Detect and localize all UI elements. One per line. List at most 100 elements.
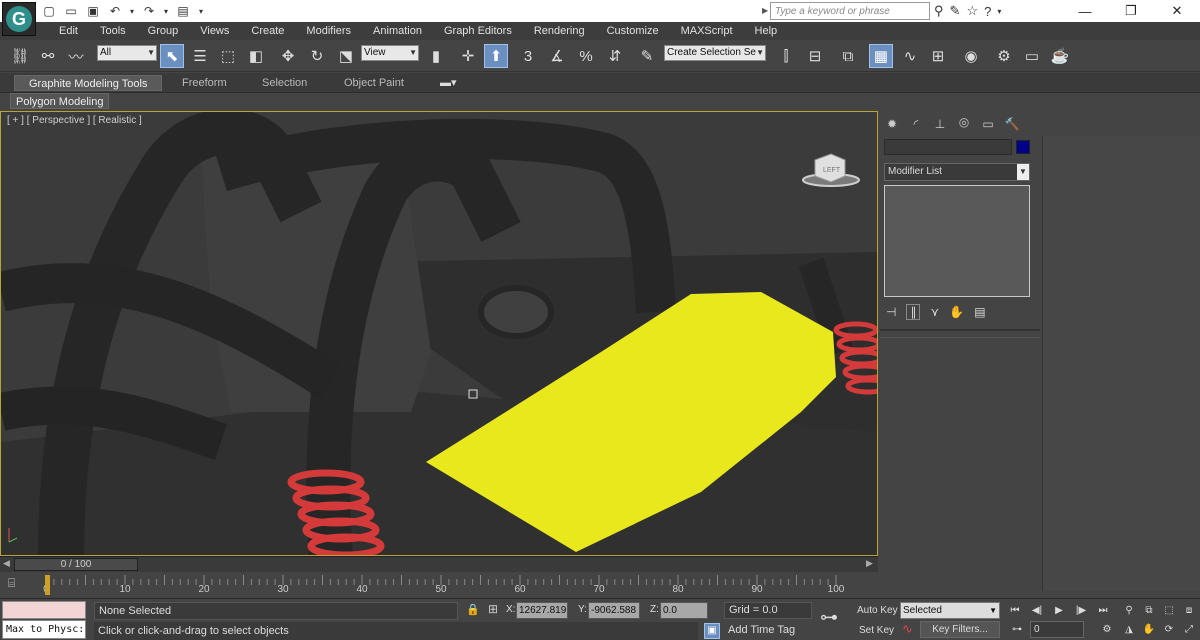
undo-dropdown-icon[interactable]: ▾	[128, 3, 136, 19]
minimize-icon[interactable]: —	[1062, 0, 1108, 22]
time-next-icon[interactable]: ▶	[866, 558, 873, 569]
set-key-button[interactable]: Set Key	[856, 623, 894, 640]
maxscript-listener-input[interactable]: Max to Physc:	[2, 620, 86, 639]
x-coordinate-field[interactable]: 12627.819	[516, 602, 568, 619]
align-icon[interactable]: ⊟	[803, 44, 827, 68]
current-frame-field[interactable]: 0	[1030, 621, 1084, 638]
favorites-star-icon[interactable]: ☆	[966, 3, 978, 19]
mirror-icon[interactable]: ⫿	[774, 44, 798, 68]
new-file-icon[interactable]: ▢	[40, 3, 58, 19]
window-crossing-icon[interactable]: ◧	[244, 44, 268, 68]
project-folder-icon[interactable]: ▤	[174, 3, 192, 19]
percent-snap-icon[interactable]: %	[574, 44, 598, 68]
pin-stack-icon[interactable]: ⊣	[886, 305, 896, 319]
pivot-center-icon[interactable]: ▮	[424, 44, 448, 68]
go-to-end-icon[interactable]: ⏭	[1094, 602, 1112, 618]
add-time-tag-button[interactable]: Add Time Tag	[728, 624, 795, 636]
motion-tab-icon[interactable]: ◎	[954, 112, 974, 132]
absolute-mode-icon[interactable]: ⊞	[488, 602, 498, 616]
key-mode-dropdown[interactable]: Selected ▼	[900, 602, 1000, 619]
select-by-name-icon[interactable]: ☰	[188, 44, 212, 68]
modifier-stack-list[interactable]	[884, 185, 1030, 297]
go-to-start-icon[interactable]: ⏮	[1006, 602, 1024, 618]
undo-icon[interactable]: ↶	[106, 3, 124, 19]
key-tangent-icon[interactable]: ∿	[902, 621, 913, 637]
app-menu-button[interactable]: G	[2, 2, 36, 36]
search-expand-icon[interactable]: ▶	[762, 2, 770, 20]
ribbon-options-icon[interactable]: ▬▾	[440, 75, 457, 91]
pan-icon[interactable]: ✋	[1140, 621, 1158, 637]
remove-modifier-icon[interactable]: ✋	[949, 305, 964, 319]
zoom-all-icon[interactable]: ⧉	[1140, 602, 1158, 618]
tab-object-paint[interactable]: Object Paint	[344, 75, 404, 91]
modifier-list-dropdown[interactable]: Modifier List ▼	[884, 163, 1030, 181]
viewport-label[interactable]: [ + ] [ Perspective ] [ Realistic ]	[7, 115, 142, 126]
angle-snap-icon[interactable]: ∡	[545, 44, 569, 68]
previous-frame-icon[interactable]: ◀|	[1028, 602, 1046, 618]
graphite-toggle-icon[interactable]: ▦	[869, 44, 893, 68]
keyboard-shortcut-override-icon[interactable]: ⬆	[484, 44, 508, 68]
zoom-icon[interactable]: ⚲	[1120, 602, 1138, 618]
rotate-icon[interactable]: ↻	[305, 44, 329, 68]
close-icon[interactable]: ✕	[1154, 0, 1200, 22]
render-production-icon[interactable]: ☕	[1048, 44, 1072, 68]
redo-icon[interactable]: ↷	[140, 3, 158, 19]
redo-dropdown-icon[interactable]: ▾	[162, 3, 170, 19]
selection-lock-icon[interactable]: 🔒	[466, 603, 480, 616]
material-editor-icon[interactable]: ◉	[959, 44, 983, 68]
time-prev-icon[interactable]: ◀	[3, 558, 10, 569]
spinner-snap-icon[interactable]: ⇵	[603, 44, 627, 68]
create-tab-icon[interactable]: ✹	[882, 114, 902, 134]
select-and-link-icon[interactable]: ⛓	[8, 44, 32, 68]
mini-curve-editor-icon[interactable]: ⌸	[8, 576, 15, 591]
set-key-icon[interactable]: ⊶	[820, 607, 838, 628]
selection-filter-dropdown[interactable]: All ▼	[97, 45, 157, 61]
maxscript-output[interactable]	[2, 601, 86, 619]
utilities-tab-icon[interactable]: 🔨	[1002, 114, 1022, 134]
help-icon[interactable]: ?	[984, 4, 991, 19]
display-tab-icon[interactable]: ▭	[978, 114, 998, 134]
scale-icon[interactable]: ⬔	[334, 44, 358, 68]
modify-tab-icon[interactable]: ◜	[906, 114, 926, 134]
restore-icon[interactable]: ❐	[1108, 0, 1154, 22]
next-frame-icon[interactable]: |▶	[1072, 602, 1090, 618]
menu-item-edit[interactable]: Edit	[48, 22, 89, 40]
binoculars-icon[interactable]: ⚲	[934, 3, 944, 19]
select-object-icon[interactable]: ⬉	[160, 44, 184, 68]
configure-modifier-sets-icon[interactable]: ▤	[974, 305, 985, 319]
hierarchy-tab-icon[interactable]: ⊥	[930, 114, 950, 134]
object-name-input[interactable]	[884, 139, 1012, 155]
snaps-toggle-icon[interactable]: 3	[516, 44, 540, 68]
viewcube[interactable]: LEFT	[801, 148, 861, 188]
menu-item-animation[interactable]: Animation	[362, 22, 433, 40]
perspective-viewport[interactable]: [ + ] [ Perspective ] [ Realistic ] LEFT	[0, 111, 878, 556]
menu-item-create[interactable]: Create	[240, 22, 295, 40]
layer-manager-icon[interactable]: ⧉	[836, 44, 860, 68]
play-icon[interactable]: ▶	[1050, 602, 1068, 618]
render-setup-icon[interactable]: ⚙	[992, 44, 1016, 68]
menu-item-tools[interactable]: Tools	[89, 22, 137, 40]
tab-graphite-modeling-tools[interactable]: Graphite Modeling Tools	[14, 75, 163, 91]
bind-space-warp-icon[interactable]: 〰	[64, 44, 88, 68]
tab-selection[interactable]: Selection	[262, 75, 307, 91]
help-dropdown-icon[interactable]: ▾	[997, 7, 1001, 16]
track-bar[interactable]: ⌸ 0102030405060708090100	[0, 573, 878, 597]
menu-item-customize[interactable]: Customize	[596, 22, 670, 40]
tab-freeform[interactable]: Freeform	[182, 75, 227, 91]
menu-item-views[interactable]: Views	[189, 22, 240, 40]
open-file-icon[interactable]: ▭	[62, 3, 80, 19]
menu-item-group[interactable]: Group	[137, 22, 190, 40]
current-frame-marker[interactable]	[45, 575, 50, 595]
key-filters-button[interactable]: Key Filters...	[920, 621, 1000, 638]
field-of-view-icon[interactable]: ◮	[1120, 621, 1138, 637]
edit-named-selection-icon[interactable]: ✎	[635, 44, 659, 68]
schematic-view-icon[interactable]: ⊞	[926, 44, 950, 68]
communication-center-icon[interactable]: ✎	[950, 3, 961, 19]
zoom-extents-all-icon[interactable]: ⧈	[1180, 602, 1198, 618]
z-coordinate-field[interactable]: 0.0	[660, 602, 708, 619]
time-tag-icon[interactable]: ▣	[704, 623, 720, 639]
auto-key-button[interactable]: Auto Key	[854, 603, 898, 620]
y-coordinate-field[interactable]: -9062.588	[588, 602, 640, 619]
make-unique-icon[interactable]: ⋎	[930, 305, 939, 319]
search-input[interactable]: Type a keyword or phrase	[770, 2, 930, 20]
